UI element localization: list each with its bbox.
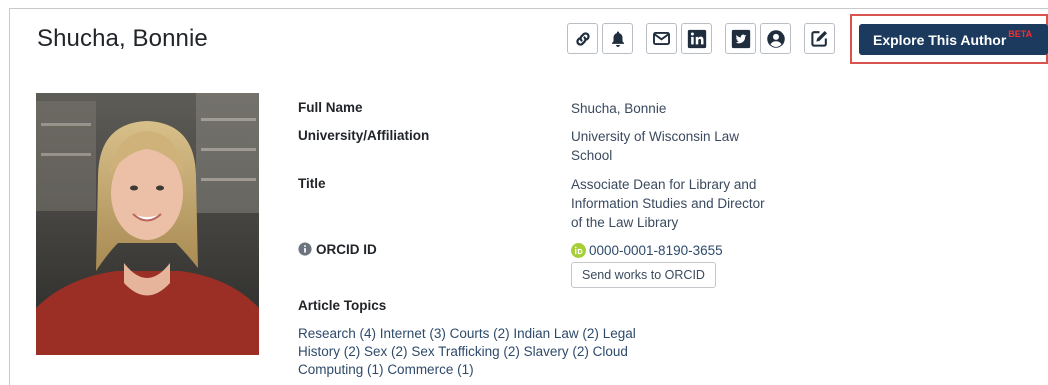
full-name-value: Shucha, Bonnie [571,101,667,116]
article-topics-label: Article Topics [298,298,387,313]
orcid-value-row: 0000-0001-8190-3655 [571,241,781,260]
bell-icon-button[interactable] [602,23,633,54]
edit-icon-button[interactable] [804,23,835,54]
orcid-id-link[interactable]: 0000-0001-8190-3655 [589,243,723,258]
twitter-icon-button[interactable] [725,23,756,54]
link-icon-button[interactable] [567,23,598,54]
topic-link[interactable]: Slavery (2) [524,344,589,359]
orcid-logo-icon [571,243,586,258]
topic-link[interactable]: Commerce (1) [387,362,473,377]
author-photo [36,93,259,355]
full-name-label: Full Name [298,100,363,115]
edit-icon [811,30,828,47]
linkedin-icon-button[interactable] [681,23,712,54]
topic-link[interactable]: Sex Trafficking (2) [411,344,520,359]
title-value: Associate Dean for Library and Informati… [571,177,765,230]
title-label: Title [298,176,326,191]
linkedin-icon [687,29,706,48]
envelope-icon [653,32,670,45]
topic-link[interactable]: Internet (3) [380,326,446,341]
author-name-heading: Shucha, Bonnie [37,25,208,52]
affiliation-value: University of Wisconsin Law School [571,129,740,163]
topic-link[interactable]: Research (4) [298,326,376,341]
orcid-label-row: ORCID ID [298,242,377,257]
explore-author-button[interactable]: Explore This Author BETA [859,24,1048,55]
info-icon [298,242,312,256]
profile-icon-button[interactable] [760,23,791,54]
article-topics-list: Research (4) Internet (3) Courts (2) Ind… [298,325,668,379]
email-icon-button[interactable] [646,23,677,54]
beta-badge: BETA [1008,28,1033,39]
bell-icon [611,31,624,47]
user-circle-icon [766,29,785,48]
topic-link[interactable]: Indian Law (2) [513,326,599,341]
affiliation-label: University/Affiliation [298,128,430,143]
explore-highlight: Explore This Author BETA [850,14,1048,64]
link-icon [575,31,590,46]
topic-link[interactable]: Sex (2) [364,344,408,359]
topic-link[interactable]: Courts (2) [450,326,510,341]
explore-author-label: Explore This Author [873,31,1007,48]
send-works-to-orcid-button[interactable]: Send works to ORCID [571,262,716,288]
orcid-label: ORCID ID [316,242,377,257]
twitter-icon [731,29,750,48]
